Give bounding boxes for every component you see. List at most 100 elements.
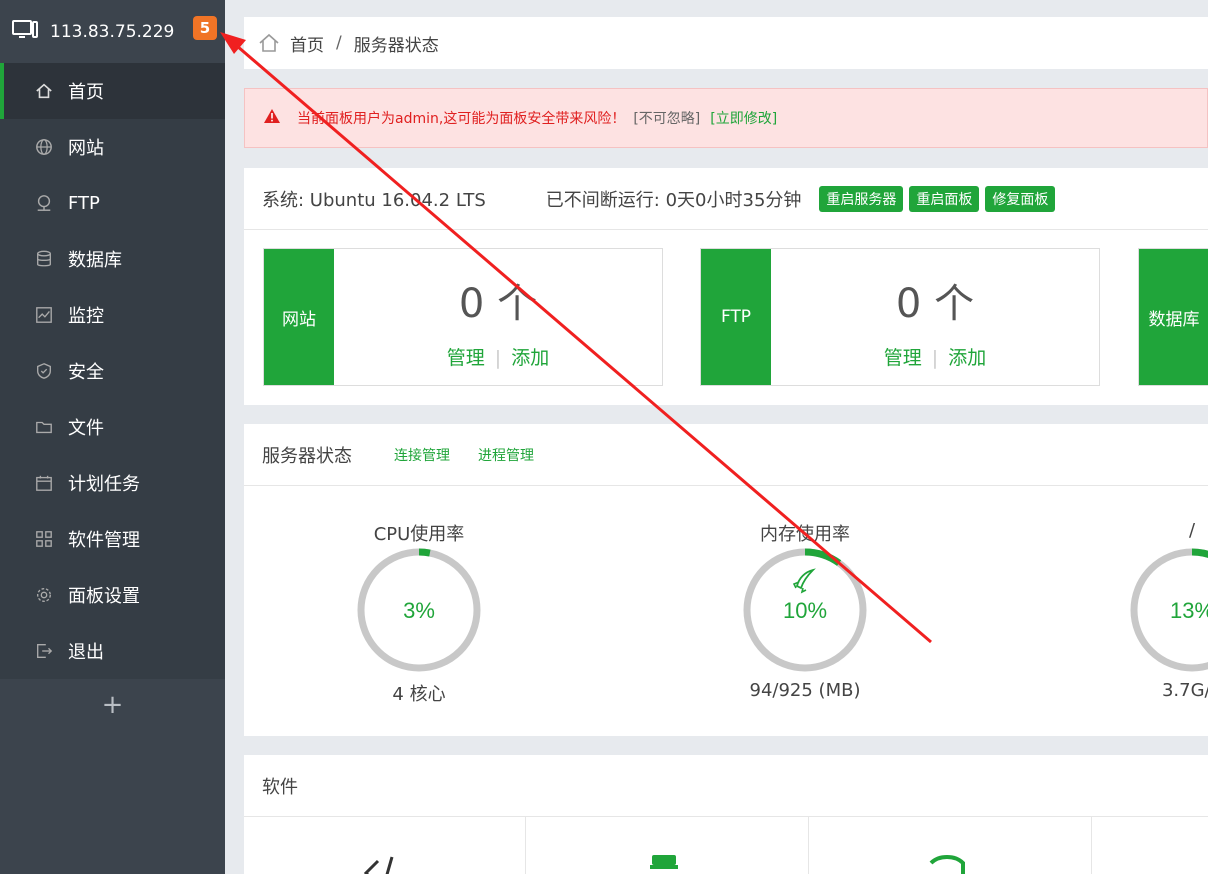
folder-icon — [34, 417, 54, 437]
gauge-ring: 3% — [357, 548, 481, 672]
disk-gauge[interactable]: / 13% 3.7G/3 — [1092, 520, 1208, 701]
sidebar-item-home[interactable]: 首页 — [0, 63, 225, 119]
process-manage-link[interactable]: 进程管理 — [478, 445, 534, 465]
manage-link[interactable]: 管理 — [884, 347, 922, 369]
card-tag: 数据库 — [1139, 249, 1208, 385]
globe-icon — [34, 137, 54, 157]
breadcrumb-home[interactable]: 首页 — [290, 31, 324, 56]
card-count: 0 个 — [458, 281, 538, 327]
sidebar-item-label: 文件 — [68, 418, 104, 439]
sidebar-item-security[interactable]: 安全 — [0, 343, 225, 399]
breadcrumb-separator: / — [336, 33, 342, 53]
status-header: 服务器状态 连接管理 进程管理 — [244, 424, 1208, 486]
gauge-value: 13% — [1170, 598, 1208, 623]
sidebar-item-software[interactable]: 软件管理 — [0, 511, 225, 567]
code-icon — [363, 856, 394, 874]
calendar-icon — [34, 473, 54, 493]
sidebar-item-label: 软件管理 — [68, 530, 140, 551]
software-item[interactable] — [1093, 817, 1208, 874]
card-tag: FTP — [701, 249, 771, 385]
software-item[interactable] — [527, 817, 809, 874]
sidebar-item-cron[interactable]: 计划任务 — [0, 455, 225, 511]
grid-icon — [34, 529, 54, 549]
sidebar-item-label: 面板设置 — [68, 586, 140, 607]
system-overview: 系统: Ubuntu 16.04.2 LTS 已不间断运行: 0天0小时35分钟… — [244, 168, 1208, 405]
sidebar-item-ftp[interactable]: FTP — [0, 175, 225, 231]
connection-manage-link[interactable]: 连接管理 — [394, 445, 450, 465]
warning-icon — [263, 108, 281, 128]
sidebar-item-label: 计划任务 — [68, 474, 140, 495]
database-card: 数据库 — [1138, 248, 1208, 386]
repair-panel-button[interactable]: 修复面板 — [985, 185, 1056, 212]
home-icon[interactable] — [258, 32, 280, 54]
sidebar-menu: 首页 网站 FTP 数据库 监控 安全 文件 计划任务 软件管理 面板设置 退出 — [0, 63, 225, 679]
gauge-ring: 13% — [1130, 548, 1208, 672]
gauge-title: / — [1188, 520, 1196, 541]
database-icon — [34, 249, 54, 269]
memory-gauge[interactable]: 内存使用率 10% 94/925 (MB) — [705, 520, 905, 701]
sidebar-item-logout[interactable]: 退出 — [0, 623, 225, 679]
shield-icon — [34, 361, 54, 381]
sidebar-item-label: 安全 — [68, 362, 104, 383]
gauge-foot: 3.7G/3 — [1161, 680, 1208, 701]
home-icon — [34, 81, 54, 101]
add-link[interactable]: 添加 — [511, 347, 549, 369]
breadcrumb-current: 服务器状态 — [353, 35, 439, 56]
sidebar-item-label: FTP — [68, 192, 100, 214]
breadcrumb: 首页 / 服务器状态 — [244, 17, 1208, 69]
shield-lock-icon — [929, 855, 965, 874]
gauge-ring: 10% — [743, 548, 867, 672]
restart-server-button[interactable]: 重启服务器 — [819, 185, 904, 212]
sidebar-item-label: 数据库 — [68, 250, 122, 271]
sidebar-item-monitor[interactable]: 监控 — [0, 287, 225, 343]
gauge-title: CPU使用率 — [373, 524, 465, 545]
server-status: 服务器状态 连接管理 进程管理 CPU使用率 3% 4 核心 内存使用率 10%… — [244, 424, 1208, 736]
ftp-icon — [34, 193, 54, 213]
alert-message: 当前面板用户为admin,这可能为面板安全带来风险！ — [297, 111, 626, 127]
sidebar: 113.83.75.229 5 首页 网站 FTP 数据库 监控 安全 文件 计… — [0, 0, 225, 874]
gauge-foot: 94/925 (MB) — [749, 680, 861, 701]
restart-panel-button[interactable]: 重启面板 — [909, 185, 980, 212]
notification-badge[interactable]: 5 — [193, 16, 217, 40]
software-header: 软件 — [244, 755, 1208, 817]
card-links: 管理 | 添加 — [446, 347, 550, 369]
server-icon — [650, 855, 678, 869]
sidebar-item-label: 网站 — [68, 138, 104, 159]
website-card: 网站 0 个 管理 | 添加 — [263, 248, 663, 386]
gauge-value: 10% — [783, 598, 827, 623]
add-link[interactable]: 添加 — [948, 347, 986, 369]
software-item[interactable] — [810, 817, 1092, 874]
ftp-card: FTP 0 个 管理 | 添加 — [700, 248, 1100, 386]
add-shortcut-button[interactable]: + — [0, 679, 225, 731]
alert-fix-link[interactable]: [立即修改] — [710, 108, 777, 128]
security-alert: 当前面板用户为admin,这可能为面板安全带来风险！ [不可忽略] [立即修改] — [244, 88, 1208, 148]
software-item[interactable] — [244, 817, 526, 874]
monitor-icon — [12, 19, 38, 45]
sidebar-item-website[interactable]: 网站 — [0, 119, 225, 175]
system-info-row: 系统: Ubuntu 16.04.2 LTS 已不间断运行: 0天0小时35分钟… — [244, 168, 1208, 230]
sidebar-item-files[interactable]: 文件 — [0, 399, 225, 455]
sidebar-item-label: 监控 — [68, 306, 104, 327]
card-tag: 网站 — [264, 249, 334, 385]
gauge-title: 内存使用率 — [760, 524, 850, 545]
gauge-foot: 4 核心 — [392, 684, 446, 705]
sidebar-item-settings[interactable]: 面板设置 — [0, 567, 225, 623]
gauge-value: 3% — [403, 598, 435, 623]
software-panel: 软件 — [244, 755, 1208, 874]
cpu-gauge[interactable]: CPU使用率 3% 4 核心 — [319, 520, 519, 706]
gear-icon — [34, 585, 54, 605]
server-header: 113.83.75.229 5 — [0, 0, 225, 63]
card-count: 0 个 — [895, 281, 975, 327]
manage-link[interactable]: 管理 — [447, 347, 485, 369]
card-links: 管理 | 添加 — [883, 347, 987, 369]
summary-cards: 网站 0 个 管理 | 添加 FTP 0 个 管理 | 添加 数据库 — [244, 230, 1208, 405]
system-os: 系统: Ubuntu 16.04.2 LTS — [262, 189, 486, 211]
status-title: 服务器状态 — [262, 445, 352, 467]
sidebar-item-label: 退出 — [68, 642, 104, 663]
sidebar-item-database[interactable]: 数据库 — [0, 231, 225, 287]
alert-ignore: [不可忽略] — [633, 111, 701, 127]
monitor-chart-icon — [34, 305, 54, 325]
server-ip: 113.83.75.229 — [50, 21, 175, 42]
software-title: 软件 — [262, 776, 298, 798]
sidebar-item-label: 首页 — [68, 82, 104, 103]
